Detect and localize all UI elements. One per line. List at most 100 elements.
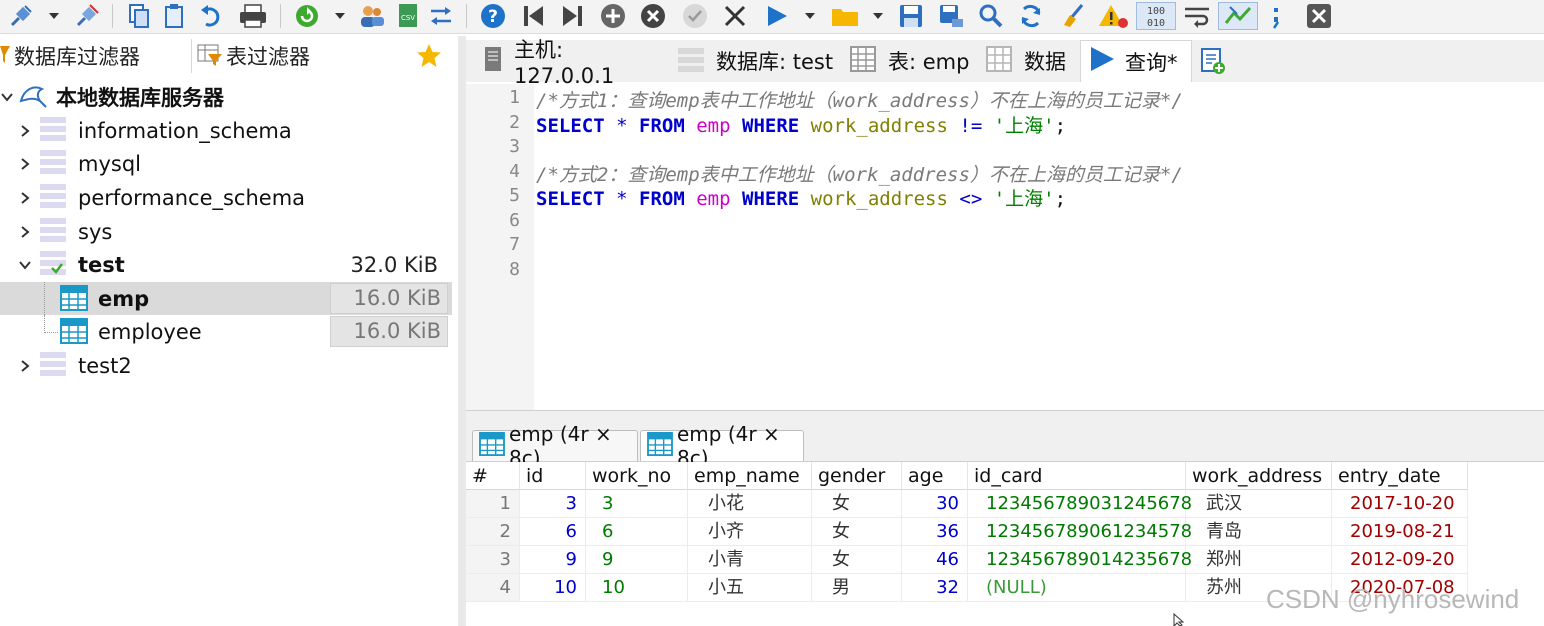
cell-age[interactable]: 46 bbox=[902, 546, 968, 574]
cell-emp-name[interactable]: 小青 bbox=[688, 546, 812, 574]
cell-id-card-null[interactable]: (NULL) bbox=[968, 574, 1186, 602]
tab-query[interactable]: 查询* bbox=[1080, 40, 1192, 82]
cell-gender[interactable]: 女 bbox=[812, 546, 902, 574]
tree-item-sys[interactable]: sys bbox=[0, 215, 452, 248]
new-query-tab-icon[interactable] bbox=[1196, 40, 1230, 82]
format-sql-icon[interactable] bbox=[1218, 2, 1258, 30]
cell-emp-name[interactable]: 小五 bbox=[688, 574, 812, 602]
disconnect-icon[interactable] bbox=[72, 2, 102, 30]
cell-work-address[interactable]: 青岛 bbox=[1186, 518, 1332, 546]
cell-work-no[interactable]: 6 bbox=[586, 518, 688, 546]
warning-icon[interactable] bbox=[1096, 2, 1130, 30]
cell-entry-date[interactable]: 2012-09-20 bbox=[1332, 546, 1468, 574]
column-header[interactable]: # bbox=[466, 462, 520, 490]
pane-splitter[interactable] bbox=[458, 36, 466, 626]
favorites-star-icon[interactable] bbox=[412, 39, 446, 73]
chevron-right-icon[interactable] bbox=[18, 225, 32, 239]
folder-icon[interactable] bbox=[828, 2, 862, 30]
copy-icon[interactable] bbox=[124, 2, 154, 30]
chevron-right-icon[interactable] bbox=[18, 359, 32, 373]
chevron-right-icon[interactable] bbox=[18, 157, 32, 171]
cell-entry-date[interactable]: 2019-08-21 bbox=[1332, 518, 1468, 546]
cell-work-address[interactable]: 武汉 bbox=[1186, 490, 1332, 518]
tree-item-performance-schema[interactable]: performance_schema bbox=[0, 181, 452, 214]
connect-dropdown-icon[interactable] bbox=[48, 2, 60, 30]
undo-icon[interactable] bbox=[196, 2, 226, 30]
cell-gender[interactable]: 男 bbox=[812, 574, 902, 602]
cell-emp-name[interactable]: 小齐 bbox=[688, 518, 812, 546]
clean-icon[interactable] bbox=[1058, 2, 1088, 30]
sql-editor[interactable]: 1 2 3 4 5 6 7 8 /*方式1：查询emp表中工作地址（work_a… bbox=[466, 84, 1544, 410]
cell-id[interactable]: 10 bbox=[520, 574, 586, 602]
paste-icon[interactable] bbox=[160, 2, 190, 30]
column-header[interactable]: id bbox=[520, 462, 586, 490]
tree-root-local-server[interactable]: 本地数据库服务器 bbox=[0, 80, 452, 113]
cell-work-no[interactable]: 10 bbox=[586, 574, 688, 602]
column-header[interactable]: emp_name bbox=[688, 462, 812, 490]
chevron-right-icon[interactable] bbox=[18, 191, 32, 205]
cell-age[interactable]: 30 bbox=[902, 490, 968, 518]
cell-work-no[interactable]: 9 bbox=[586, 546, 688, 574]
tree-item-information-schema[interactable]: information_schema bbox=[0, 114, 452, 147]
column-header[interactable]: gender bbox=[812, 462, 902, 490]
database-filter-field[interactable]: 数据库过滤器 bbox=[0, 39, 192, 73]
add-icon[interactable] bbox=[598, 2, 628, 30]
cell-emp-name[interactable]: 小花 bbox=[688, 490, 812, 518]
cell-gender[interactable]: 女 bbox=[812, 490, 902, 518]
tree-item-test2[interactable]: test2 bbox=[0, 349, 452, 382]
tree-item-test[interactable]: test 32.0 KiB bbox=[0, 248, 452, 281]
chevron-down-icon[interactable] bbox=[18, 258, 32, 272]
cell-id[interactable]: 9 bbox=[520, 546, 586, 574]
last-record-icon[interactable] bbox=[558, 2, 588, 30]
cell-id[interactable]: 6 bbox=[520, 518, 586, 546]
table-filter-field[interactable]: 表过滤器 bbox=[196, 39, 408, 73]
connect-icon[interactable] bbox=[6, 2, 36, 30]
tab-data[interactable]: 数据 bbox=[978, 40, 1078, 82]
close-icon[interactable] bbox=[1304, 2, 1334, 30]
binary-icon[interactable]: 100 010 bbox=[1136, 2, 1176, 30]
column-header[interactable]: work_no bbox=[586, 462, 688, 490]
save-icon[interactable] bbox=[896, 2, 926, 30]
result-tab-1[interactable]: emp (4r × 8c) bbox=[472, 422, 638, 470]
result-tab-2[interactable]: emp (4r × 8c) bbox=[640, 422, 804, 470]
run-icon[interactable] bbox=[762, 2, 792, 30]
find-icon[interactable] bbox=[976, 2, 1006, 30]
tree-item-emp[interactable]: emp 16.0 KiB bbox=[0, 282, 452, 315]
save-as-icon[interactable] bbox=[936, 2, 966, 30]
cancel-icon[interactable] bbox=[720, 2, 750, 30]
tab-table[interactable]: 表: emp bbox=[844, 40, 974, 82]
column-header[interactable]: entry_date bbox=[1332, 462, 1468, 490]
remove-icon[interactable] bbox=[638, 2, 668, 30]
find-replace-icon[interactable] bbox=[1016, 2, 1046, 30]
cell-entry-date[interactable]: 2017-10-20 bbox=[1332, 490, 1468, 518]
first-record-icon[interactable] bbox=[518, 2, 548, 30]
user-manager-icon[interactable] bbox=[356, 2, 388, 30]
wrap-icon[interactable] bbox=[1180, 2, 1214, 30]
chevron-down-icon[interactable] bbox=[0, 90, 14, 104]
help-icon[interactable]: ? bbox=[478, 2, 508, 30]
cell-age[interactable]: 36 bbox=[902, 518, 968, 546]
cell-id-card[interactable]: 123456789014235678 bbox=[968, 546, 1192, 574]
refresh-dropdown-icon[interactable] bbox=[334, 2, 346, 30]
csv-export-icon[interactable]: CSV bbox=[394, 2, 422, 30]
transfer-icon[interactable] bbox=[426, 2, 456, 30]
column-header[interactable]: age bbox=[902, 462, 968, 490]
refresh-icon[interactable] bbox=[292, 2, 322, 30]
cell-id[interactable]: 3 bbox=[520, 490, 586, 518]
folder-dropdown-icon[interactable] bbox=[872, 2, 884, 30]
chevron-right-icon[interactable] bbox=[18, 124, 32, 138]
tab-database[interactable]: 数据库: test bbox=[672, 40, 840, 82]
cell-age[interactable]: 32 bbox=[902, 574, 968, 602]
column-header[interactable]: work_address bbox=[1186, 462, 1332, 490]
tree-item-mysql[interactable]: mysql bbox=[0, 147, 452, 180]
semicolon-icon[interactable] bbox=[1264, 2, 1288, 30]
tab-host[interactable]: 主机: 127.0.0.1 bbox=[472, 38, 668, 88]
cell-id-card[interactable]: 123456789061234578 bbox=[968, 518, 1192, 546]
cell-work-address[interactable]: 郑州 bbox=[1186, 546, 1332, 574]
cell-work-no[interactable]: 3 bbox=[586, 490, 688, 518]
cell-gender[interactable]: 女 bbox=[812, 518, 902, 546]
column-header[interactable]: id_card bbox=[968, 462, 1186, 490]
run-dropdown-icon[interactable] bbox=[804, 2, 816, 30]
cell-id-card[interactable]: 123456789031245678 bbox=[968, 490, 1192, 518]
apply-icon[interactable] bbox=[680, 2, 710, 30]
